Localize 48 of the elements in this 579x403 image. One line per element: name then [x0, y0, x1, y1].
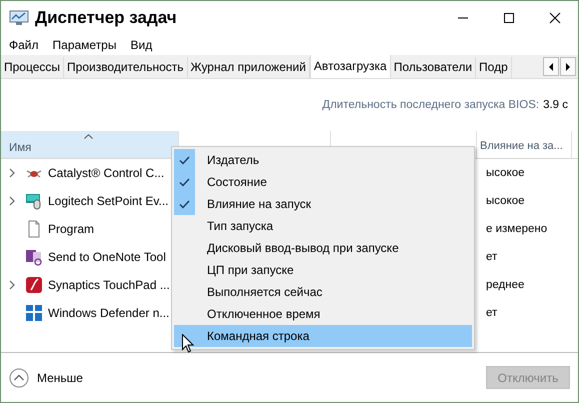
- menu-item[interactable]: Выполняется сейчас: [174, 281, 472, 303]
- tab[interactable]: Автозагрузка: [310, 55, 391, 78]
- menu-item[interactable]: Дисковый ввод-вывод при запуске: [174, 237, 472, 259]
- menu-item[interactable]: Файл: [9, 38, 39, 52]
- collapse-icon: [9, 368, 29, 388]
- menu-item[interactable]: Состояние: [174, 171, 472, 193]
- column-header[interactable]: Имя: [1, 131, 179, 158]
- check-icon: [179, 178, 190, 186]
- table-cell-text: ет: [486, 251, 498, 263]
- table-cell: Send to OneNote Tool: [48, 250, 166, 264]
- bios-label: Длительность последнего запуска BIOS:: [322, 99, 540, 111]
- table-cell: Catalyst® Control C...: [48, 166, 164, 180]
- table-cell: Logitech SetPoint Ev...: [48, 194, 169, 208]
- menu-item[interactable]: Параметры: [52, 38, 116, 52]
- menu-item[interactable]: ЦП при запуске: [174, 259, 472, 281]
- table-cell-text: е измерено: [486, 223, 548, 235]
- menu-item[interactable]: Тип запуска: [174, 215, 472, 237]
- scroll-right-button[interactable]: [560, 57, 576, 76]
- scroll-left-button[interactable]: [543, 57, 559, 76]
- column-header[interactable]: Влияние на за...: [477, 131, 572, 158]
- check-icon: [179, 156, 190, 164]
- chevron-icon[interactable]: [9, 168, 15, 178]
- cursor-icon: [182, 334, 194, 353]
- chevron-icon[interactable]: [9, 280, 15, 290]
- left-triangle-icon: [548, 62, 554, 70]
- menu-item[interactable]: Вид: [130, 38, 152, 52]
- fewer-details-button[interactable]: Меньше: [9, 368, 83, 388]
- chevron-icon[interactable]: [9, 196, 15, 206]
- notebook-icon: [25, 248, 43, 266]
- sort-caret-icon: [84, 134, 93, 139]
- right-triangle-icon: [565, 62, 571, 70]
- table-cell: Program: [48, 222, 94, 236]
- app-icon: [9, 10, 29, 26]
- keyboard-icon: [25, 192, 43, 210]
- table-cell: Synaptics TouchPad ...: [48, 278, 170, 292]
- table-cell: Windows Defender n...: [48, 306, 170, 320]
- menu-item[interactable]: Командная строка: [174, 325, 472, 347]
- tab[interactable]: Журнал приложений: [188, 57, 310, 78]
- tab[interactable]: Пользователи: [390, 57, 476, 78]
- table-cell-text: ет: [486, 307, 498, 319]
- menu-item[interactable]: Влияние на запуск: [174, 193, 472, 215]
- table-cell-text: ысокое: [486, 167, 526, 179]
- window-title: Диспетчер задач: [35, 8, 177, 28]
- table-cell-text: реднее: [486, 279, 526, 291]
- bios-value: 3.9 с: [543, 99, 568, 111]
- menu-item[interactable]: Отключенное время: [174, 303, 472, 325]
- table-cell-text: ысокое: [486, 195, 526, 207]
- check-icon: [179, 200, 190, 208]
